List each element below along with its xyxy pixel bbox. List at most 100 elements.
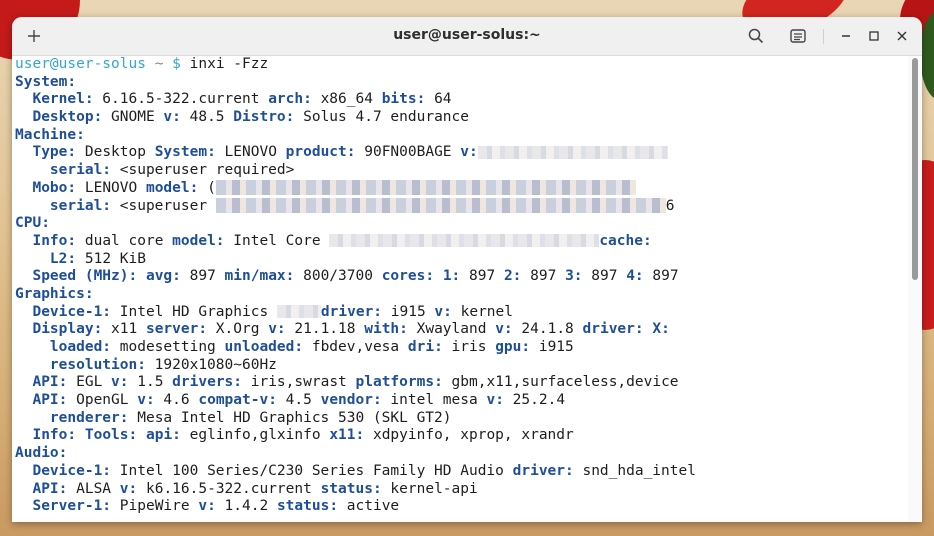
output-line: loaded: modesetting unloaded: fbdev,vesa…: [15, 339, 696, 357]
menu-button[interactable]: [784, 22, 812, 50]
search-icon: [748, 28, 764, 44]
output-key: with:: [364, 321, 408, 338]
terminal-lines: user@user-solus ~ $ inxi -Fzz System: Ke…: [15, 56, 696, 516]
output-value: [15, 304, 32, 320]
output-value: gbm,x11,surfaceless,device: [442, 374, 679, 391]
output-key: v:: [198, 498, 216, 515]
output-key: status:: [276, 498, 339, 515]
output-key: Desktop:: [32, 109, 103, 126]
output-line: Desktop: GNOME v: 48.5 Distro: Solus 4.7…: [15, 109, 696, 127]
output-value: i915: [530, 339, 574, 355]
output-key: Audio:: [15, 445, 68, 462]
output-line: L2: 512 KiB: [15, 251, 696, 269]
output-key: unloaded:: [224, 339, 304, 355]
output-key: serial:: [49, 197, 112, 214]
output-key: Tools:: [84, 427, 138, 444]
output-value: [15, 251, 50, 267]
output-value: [15, 427, 32, 443]
output-key: 2:: [503, 268, 522, 285]
output-key: arch:: [268, 91, 312, 108]
output-value: [15, 374, 32, 390]
output-key: v:: [268, 321, 286, 338]
scrollbar[interactable]: [908, 56, 922, 522]
output-value: Mesa Intel HD Graphics 530 (SKL GT2): [128, 409, 452, 426]
output-value: ALSA: [67, 480, 120, 497]
output-value: eglinfo,glxinfo: [180, 427, 330, 444]
output-value: x86_64: [311, 91, 382, 108]
output-value: [15, 357, 50, 373]
output-key: resolution:: [49, 356, 146, 373]
output-line: Kernel: 6.16.5-322.current arch: x86_64 …: [15, 91, 696, 109]
output-key: driver:: [320, 303, 383, 320]
output-value: [137, 427, 146, 443]
output-key: v:: [434, 303, 452, 320]
maximize-button[interactable]: [860, 22, 888, 50]
output-line: Device-1: Intel 100 Series/C230 Series F…: [15, 462, 695, 481]
output-key: api:: [145, 427, 181, 444]
output-value: kernel-api: [381, 480, 478, 497]
output-key: v:: [111, 374, 129, 391]
redacted-region: [276, 305, 321, 319]
output-key: serial:: [49, 162, 112, 179]
output-value: 90FN00BAGE: [355, 144, 461, 161]
maximize-icon: [869, 31, 879, 41]
prompt-host: user-solus: [58, 56, 146, 72]
output-value: [15, 463, 32, 479]
scrollbar-thumb[interactable]: [912, 58, 918, 280]
output-key: min/max:: [224, 268, 295, 285]
output-value: 1.5: [128, 374, 173, 391]
output-key: Device-1:: [32, 462, 112, 479]
output-key: vendor:: [320, 392, 382, 409]
output-value: [15, 109, 32, 125]
output-value: GNOME: [102, 109, 164, 126]
output-line: serial: <superuser 6: [15, 198, 696, 216]
output-key: cores:: [381, 268, 435, 285]
output-value: 48.5: [180, 109, 234, 126]
output-value: [15, 268, 32, 284]
terminal-output[interactable]: user@user-solus ~ $ inxi -Fzz System: Ke…: [12, 56, 908, 522]
output-key: dri:: [407, 339, 443, 355]
close-button[interactable]: [888, 22, 916, 50]
output-value: Intel 100 Series/C230 Series Family HD A…: [111, 462, 513, 479]
output-key: CPU:: [15, 215, 50, 232]
output-value: 897: [582, 268, 627, 285]
output-value: iris,swrast: [242, 374, 356, 391]
minimize-button[interactable]: [832, 22, 860, 50]
redacted-region: [215, 180, 636, 196]
output-value: [15, 321, 32, 337]
output-value: <superuser required>: [111, 162, 295, 179]
output-value: [434, 268, 443, 284]
output-value: Desktop: [76, 144, 155, 161]
output-value: Xwayland: [407, 321, 496, 338]
titlebar: user@user-solus:~: [12, 17, 922, 56]
output-line: Mobo: LENOVO model: (: [15, 180, 696, 198]
output-value: [15, 498, 32, 514]
output-key: API:: [32, 392, 68, 409]
output-key: renderer:: [49, 409, 129, 426]
output-key: System:: [15, 73, 77, 90]
prompt-command: inxi -Fzz: [189, 56, 269, 72]
output-value: 25.2.4: [503, 392, 566, 409]
output-key: v:: [495, 321, 513, 338]
output-value: [15, 180, 32, 196]
output-key: compat-v:: [198, 392, 277, 409]
output-value: (: [198, 179, 216, 196]
output-key: status:: [320, 480, 382, 497]
output-key: Kernel:: [32, 91, 94, 108]
output-key: v:: [460, 144, 478, 161]
output-value: 6: [665, 197, 675, 214]
output-key: bits:: [381, 91, 426, 108]
redacted-region: [329, 234, 600, 248]
titlebar-separator: [823, 29, 824, 44]
output-value: 4.5: [276, 392, 321, 409]
output-line: Speed (MHz): avg: 897 min/max: 800/3700 …: [15, 268, 696, 286]
output-key: Info:: [32, 427, 77, 444]
output-value: iris: [442, 339, 496, 355]
output-value: [15, 198, 50, 214]
output-value: active: [338, 498, 400, 515]
output-line: API: EGL v: 1.5 drivers: iris,swrast pla…: [15, 374, 696, 392]
output-key: Type:: [32, 144, 77, 161]
output-value: [15, 339, 50, 355]
search-button[interactable]: [742, 22, 770, 50]
output-value: 21.1.18: [285, 321, 365, 338]
